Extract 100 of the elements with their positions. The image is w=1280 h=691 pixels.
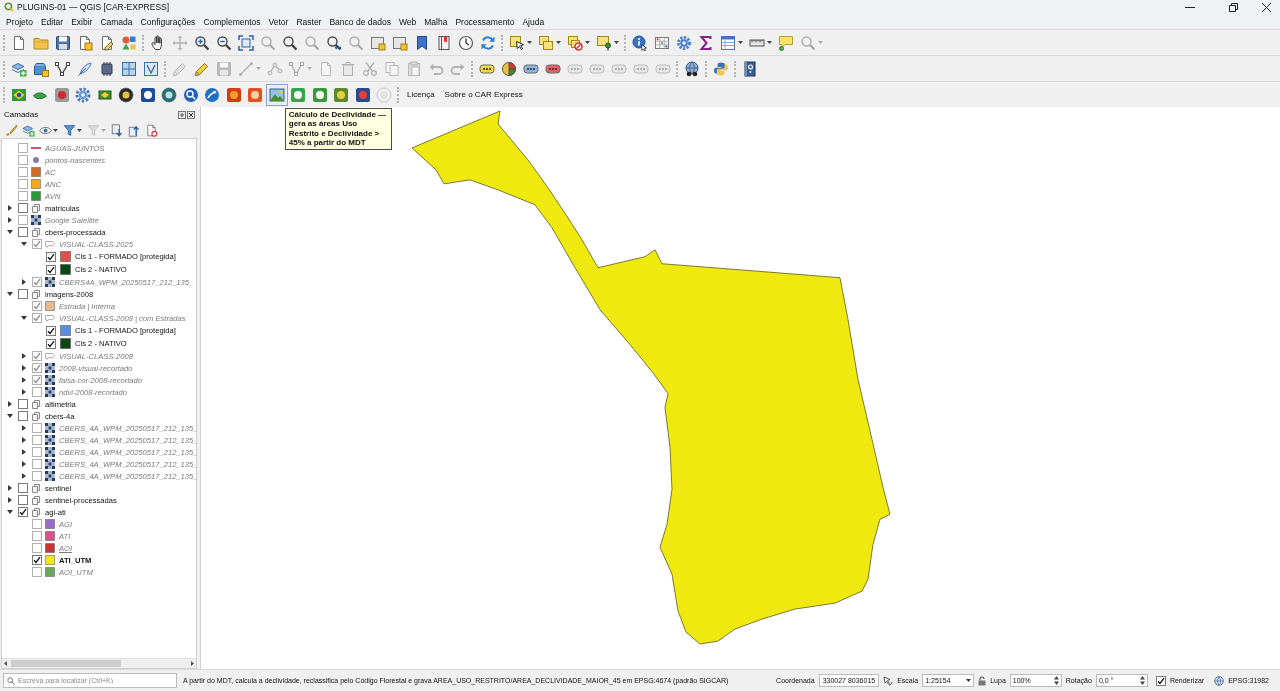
expander-arrow-icon[interactable] <box>7 230 13 234</box>
layer-checkbox[interactable] <box>32 567 42 577</box>
layer-checkbox[interactable] <box>18 289 28 299</box>
pointer-icon[interactable] <box>883 675 894 686</box>
layer-checkbox[interactable] <box>18 495 28 505</box>
sigma-icon[interactable] <box>698 34 714 51</box>
document-remove-icon[interactable] <box>145 123 158 137</box>
filter-icon[interactable] <box>63 123 76 137</box>
expander-arrow-icon[interactable] <box>8 217 12 223</box>
expander-arrow-icon[interactable] <box>22 389 26 395</box>
layer-checkbox[interactable] <box>18 143 28 153</box>
deselect-icon[interactable] <box>567 34 583 51</box>
magnifier-icon[interactable] <box>282 34 298 51</box>
flag-icon[interactable] <box>10 86 27 103</box>
layers-plus-icon[interactable] <box>11 60 27 77</box>
arrow-up-icon[interactable] <box>128 123 141 137</box>
expander-arrow-icon[interactable] <box>8 401 12 407</box>
layer-checkbox[interactable] <box>46 264 56 275</box>
layer-checkbox[interactable] <box>18 507 28 517</box>
layer-checkbox[interactable] <box>32 555 42 565</box>
layer-checkbox[interactable] <box>18 399 28 409</box>
tile-icon[interactable] <box>333 86 350 103</box>
tile-icon[interactable] <box>53 86 70 103</box>
caret-icon[interactable] <box>77 128 82 132</box>
map-view-icon[interactable] <box>392 34 408 51</box>
toolbar-text-button[interactable]: Sobre o CAR Express <box>443 88 524 101</box>
layer-checkbox[interactable] <box>18 483 28 493</box>
menu-item[interactable]: Configurações <box>140 16 196 27</box>
layer-checkbox[interactable] <box>18 179 28 189</box>
zoom-out-icon[interactable] <box>216 34 232 51</box>
layer-checkbox[interactable] <box>32 313 42 323</box>
grid-dots-icon[interactable] <box>654 34 670 51</box>
expander-arrow-icon[interactable] <box>21 316 27 320</box>
minimize-icon[interactable] <box>1185 6 1195 8</box>
magnifier-arrow-icon[interactable] <box>326 34 342 51</box>
expander-arrow-icon[interactable] <box>22 377 26 383</box>
layer-checkbox[interactable] <box>18 411 28 421</box>
landscape-icon[interactable] <box>265 83 288 106</box>
expander-arrow-icon[interactable] <box>8 205 12 211</box>
select-icon[interactable] <box>509 34 525 51</box>
paint-brush-icon[interactable] <box>5 123 18 137</box>
horizontal-scrollbar[interactable] <box>2 658 196 668</box>
info-cursor-icon[interactable] <box>632 34 648 51</box>
refresh-icon[interactable] <box>480 34 496 51</box>
expander-arrow-icon[interactable] <box>21 242 27 246</box>
render-checkbox[interactable] <box>1155 675 1166 686</box>
tile-icon[interactable] <box>225 86 242 103</box>
layer-checkbox[interactable] <box>32 301 42 311</box>
layer-checkbox[interactable] <box>32 387 42 397</box>
arrow-down-icon[interactable] <box>111 123 124 137</box>
tile-icon[interactable] <box>354 86 371 103</box>
layer-checkbox[interactable] <box>32 543 42 553</box>
layer-checkbox[interactable] <box>32 471 42 481</box>
expander-arrow-icon[interactable] <box>7 292 13 296</box>
layer-checkbox[interactable] <box>18 203 28 213</box>
feather-icon[interactable] <box>77 60 93 77</box>
bookmark-icon[interactable] <box>414 34 430 51</box>
expander-arrow-icon[interactable] <box>8 497 12 503</box>
shapes-icon[interactable] <box>121 34 137 51</box>
layer-checkbox[interactable] <box>32 435 42 445</box>
clock-icon[interactable] <box>458 34 474 51</box>
layer-checkbox[interactable] <box>18 215 28 225</box>
layer-checkbox[interactable] <box>32 363 42 373</box>
layer-checkbox[interactable] <box>46 325 56 336</box>
lock-icon[interactable] <box>978 675 987 686</box>
menu-item[interactable]: Raster <box>296 16 322 27</box>
select-pin-icon[interactable] <box>596 34 612 51</box>
scrollbar-thumb[interactable] <box>11 660 121 667</box>
layer-checkbox[interactable] <box>32 459 42 469</box>
layer-checkbox[interactable] <box>32 351 42 361</box>
menu-item[interactable]: Editar <box>40 16 64 27</box>
arrow-right-icon[interactable] <box>191 661 194 666</box>
expander-arrow-icon[interactable] <box>22 437 26 443</box>
save-as-icon[interactable] <box>77 34 93 51</box>
layer-checkbox[interactable] <box>32 375 42 385</box>
expander-arrow-icon[interactable] <box>8 485 12 491</box>
menu-item[interactable]: Vetor <box>268 16 289 27</box>
layer-checkbox[interactable] <box>46 251 56 262</box>
attribute-table-icon[interactable] <box>720 34 736 51</box>
caret-icon[interactable] <box>614 41 619 44</box>
layer-checkbox[interactable] <box>32 531 42 541</box>
map-view-icon[interactable] <box>370 34 386 51</box>
expander-arrow-icon[interactable] <box>22 473 26 479</box>
save-icon[interactable] <box>55 34 71 51</box>
globe-binoculars-icon[interactable] <box>684 60 700 77</box>
layer-checkbox[interactable] <box>32 277 42 287</box>
expander-arrow-icon[interactable] <box>22 353 26 359</box>
menu-item[interactable]: Banco de dados <box>329 16 391 27</box>
menu-item[interactable]: Malha <box>424 16 448 27</box>
spin-arrows-icon[interactable] <box>1139 676 1145 685</box>
gear-icon[interactable] <box>676 34 692 51</box>
caret-icon[interactable] <box>966 679 972 682</box>
menu-item[interactable]: Projeto <box>6 16 33 27</box>
help-book-icon[interactable] <box>742 60 758 77</box>
grid-icon[interactable] <box>121 60 137 77</box>
layer-checkbox[interactable] <box>32 423 42 433</box>
document-pencil-icon[interactable] <box>99 34 115 51</box>
expander-arrow-icon[interactable] <box>7 510 13 514</box>
pencil-icon[interactable] <box>194 60 210 77</box>
menu-item[interactable]: Exibir <box>71 16 93 27</box>
